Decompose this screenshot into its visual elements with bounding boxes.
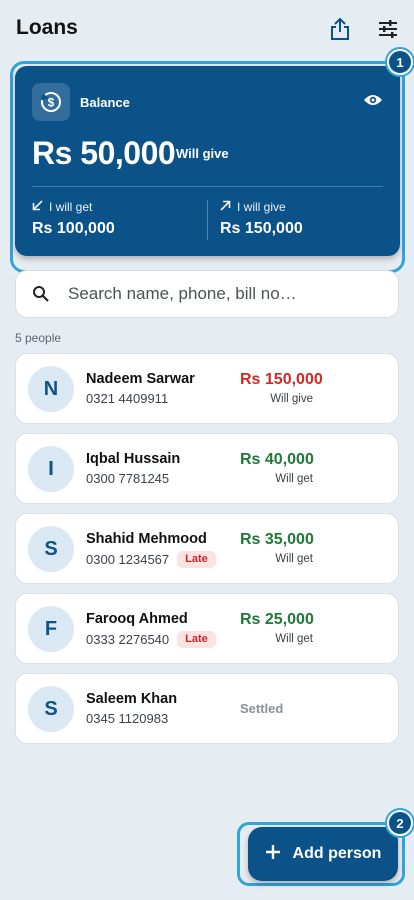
loan-direction: Will get	[275, 633, 313, 645]
settled-status: Settled	[240, 701, 284, 716]
avatar: F	[28, 606, 74, 652]
phone-number: 0321 4409911	[86, 391, 169, 406]
i-will-get-amount: Rs 100,000	[32, 220, 115, 237]
avatar: N	[28, 366, 74, 412]
balance-exchange-icon: $	[32, 83, 70, 121]
person-name: Farooq Ahmed	[86, 611, 188, 627]
step-badge-1: 1	[387, 49, 413, 75]
loan-direction: Will give	[270, 393, 313, 405]
search-icon	[32, 285, 50, 308]
i-will-get-section: I will get Rs 100,000	[32, 200, 115, 238]
balance-label: Balance	[80, 95, 130, 110]
list-item[interactable]: N Nadeem Sarwar 0321 4409911 Rs 150,000 …	[15, 353, 399, 424]
balance-card[interactable]: $ Balance Rs 50,000 Will give I will get…	[15, 66, 400, 256]
i-will-give-section: I will give Rs 150,000	[220, 200, 303, 238]
list-item[interactable]: I Iqbal Hussain 0300 7781245 Rs 40,000 W…	[15, 433, 399, 504]
list-item[interactable]: F Farooq Ahmed 0333 2276540 Late Rs 25,0…	[15, 593, 399, 664]
loan-amount: Rs 25,000	[240, 611, 314, 628]
person-phone: 0300 1234567 Late	[86, 551, 216, 568]
loan-amount: Rs 40,000	[240, 451, 314, 468]
card-divider	[32, 186, 383, 187]
person-name: Iqbal Hussain	[86, 451, 181, 467]
late-badge: Late	[177, 551, 216, 568]
loan-amount: Rs 150,000	[240, 371, 323, 388]
loan-direction: Will get	[275, 553, 313, 565]
plus-icon	[265, 844, 281, 865]
app-header: Loans	[0, 0, 414, 60]
balance-amount: Rs 50,000	[32, 135, 176, 171]
person-phone: 0300 7781245	[86, 471, 169, 486]
balance-direction: Will give	[176, 146, 229, 161]
person-name: Saleem Khan	[86, 691, 178, 707]
search-bar[interactable]	[15, 270, 399, 318]
i-will-give-amount: Rs 150,000	[220, 220, 303, 237]
i-will-give-label: I will give	[237, 200, 286, 214]
phone-number: 0300 7781245	[86, 471, 170, 486]
search-input[interactable]	[68, 271, 388, 317]
person-phone: 0333 2276540 Late	[86, 631, 216, 648]
i-will-get-label: I will get	[49, 200, 93, 214]
phone-number: 0345 1120983	[86, 711, 169, 726]
add-person-button[interactable]: Add person	[248, 827, 398, 881]
add-person-label: Add person	[292, 845, 382, 862]
people-count: 5 people	[15, 331, 62, 345]
late-badge: Late	[177, 631, 216, 648]
person-name: Nadeem Sarwar	[86, 371, 195, 387]
svg-text:$: $	[48, 96, 55, 110]
arrow-up-right-icon	[220, 200, 231, 214]
page-title: Loans	[16, 16, 78, 39]
loan-amount: Rs 35,000	[240, 531, 314, 548]
person-phone: 0321 4409911	[86, 391, 168, 406]
card-vertical-divider	[207, 200, 208, 240]
phone-number: 0300 1234567	[86, 552, 170, 567]
step-badge-2: 2	[387, 810, 413, 836]
filter-sliders-icon[interactable]	[375, 16, 401, 42]
list-item[interactable]: S Saleem Khan 0345 1120983 Settled	[15, 673, 399, 744]
list-item[interactable]: S Shahid Mehmood 0300 1234567 Late Rs 35…	[15, 513, 399, 584]
avatar: S	[28, 686, 74, 732]
avatar: I	[28, 446, 74, 492]
phone-number: 0333 2276540	[86, 632, 170, 647]
arrow-down-left-icon	[32, 200, 43, 214]
person-phone: 0345 1120983	[86, 711, 168, 726]
person-name: Shahid Mehmood	[86, 531, 207, 547]
loan-direction: Will get	[275, 473, 313, 485]
share-icon[interactable]	[327, 16, 353, 42]
eye-icon[interactable]	[363, 93, 383, 109]
avatar: S	[28, 526, 74, 572]
